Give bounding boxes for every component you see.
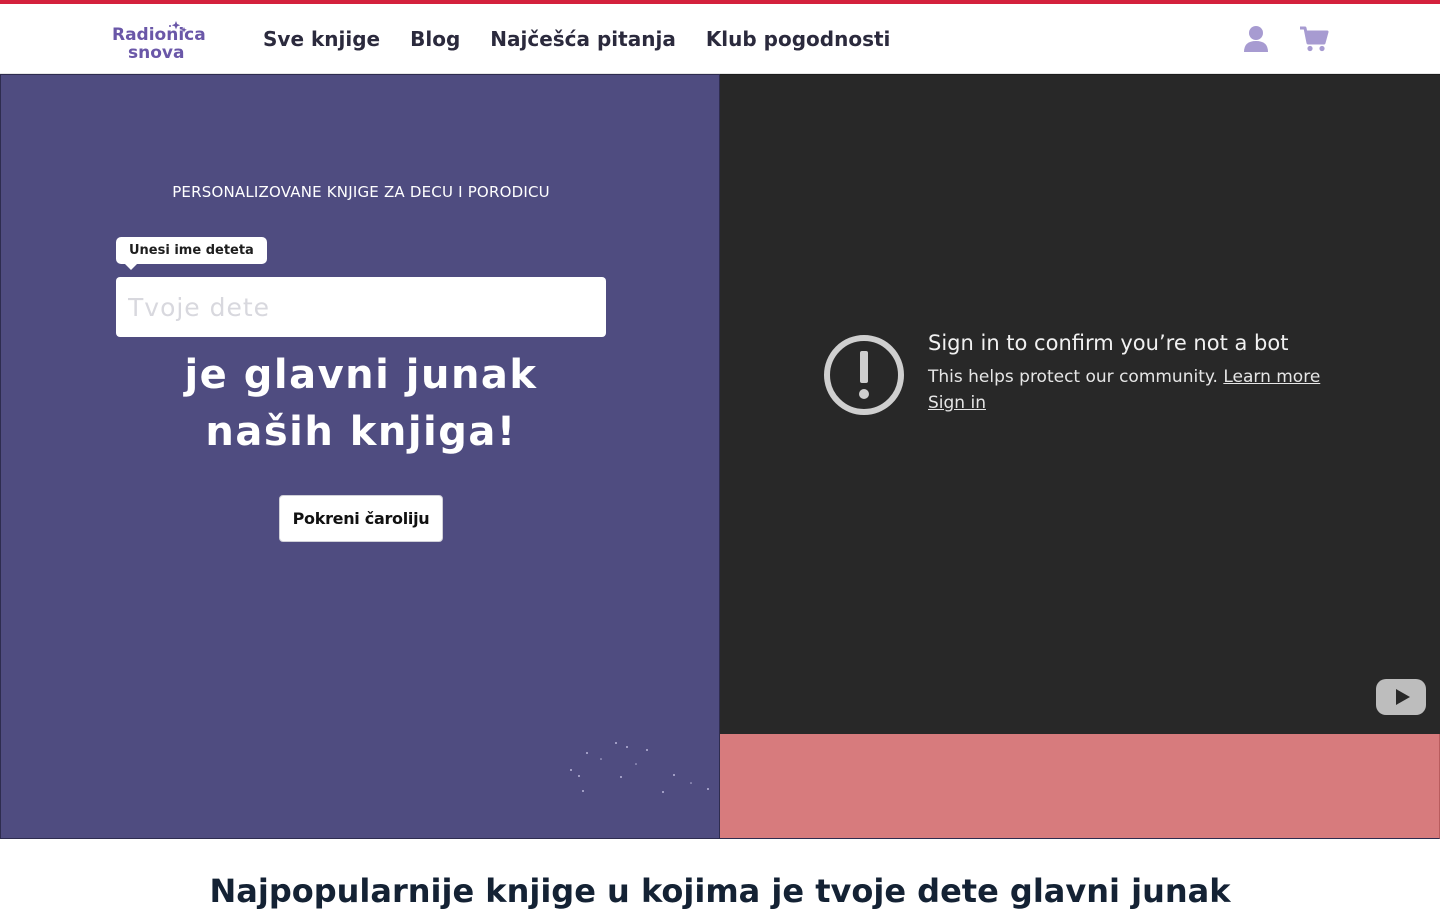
- svg-text:snova: snova: [128, 43, 184, 62]
- video-subtitle-text: This helps protect our community.: [928, 367, 1218, 387]
- main-nav: Sve knjige Blog Najčešća pitanja Klub po…: [263, 4, 920, 74]
- nav-sve-knjige[interactable]: Sve knjige: [263, 27, 380, 51]
- hero-headline: je glavni junak naših knjiga!: [1, 347, 721, 461]
- logo-graphic: Radionica snova: [112, 21, 206, 62]
- sign-in-link[interactable]: Sign in: [928, 393, 986, 413]
- sparkle-decoration: [570, 742, 709, 793]
- site-header: Radionica snova Sve knjige Blog Najčešća…: [0, 4, 1440, 74]
- warning-icon: [824, 335, 904, 415]
- nav-blog[interactable]: Blog: [410, 27, 460, 51]
- child-name-tooltip: Unesi ime deteta: [116, 237, 267, 270]
- hero-left-panel: PERSONALIZOVANE KNJIGE ZA DECU I PORODIC…: [0, 74, 720, 839]
- start-magic-button[interactable]: Pokreni čaroliju: [279, 495, 443, 542]
- popular-books-heading: Najpopularnije knjige u kojima je tvoje …: [209, 872, 1231, 910]
- learn-more-link[interactable]: Learn more: [1223, 367, 1320, 387]
- nav-najcesca-pitanja[interactable]: Najčešća pitanja: [490, 27, 676, 51]
- hero-headline-line1: je glavni junak: [184, 352, 538, 398]
- youtube-embed[interactable]: Sign in to confirm you’re not a bot This…: [720, 74, 1440, 734]
- hero-right-bottom-panel: [720, 734, 1440, 839]
- hero-headline-line2: naših knjiga!: [205, 409, 517, 455]
- user-icon[interactable]: [1241, 24, 1271, 54]
- svg-text:Radionica: Radionica: [112, 25, 206, 45]
- hero-tagline: PERSONALIZOVANE KNJIGE ZA DECU I PORODIC…: [172, 183, 550, 201]
- youtube-logo-icon[interactable]: [1376, 679, 1426, 715]
- cart-icon[interactable]: [1299, 24, 1329, 54]
- video-title: Sign in to confirm you’re not a bot: [928, 331, 1289, 355]
- child-name-input[interactable]: [116, 277, 606, 337]
- site-logo[interactable]: Radionica snova: [110, 18, 215, 62]
- nav-klub-pogodnosti[interactable]: Klub pogodnosti: [706, 27, 891, 51]
- video-subtitle: This helps protect our community. Learn …: [928, 367, 1320, 387]
